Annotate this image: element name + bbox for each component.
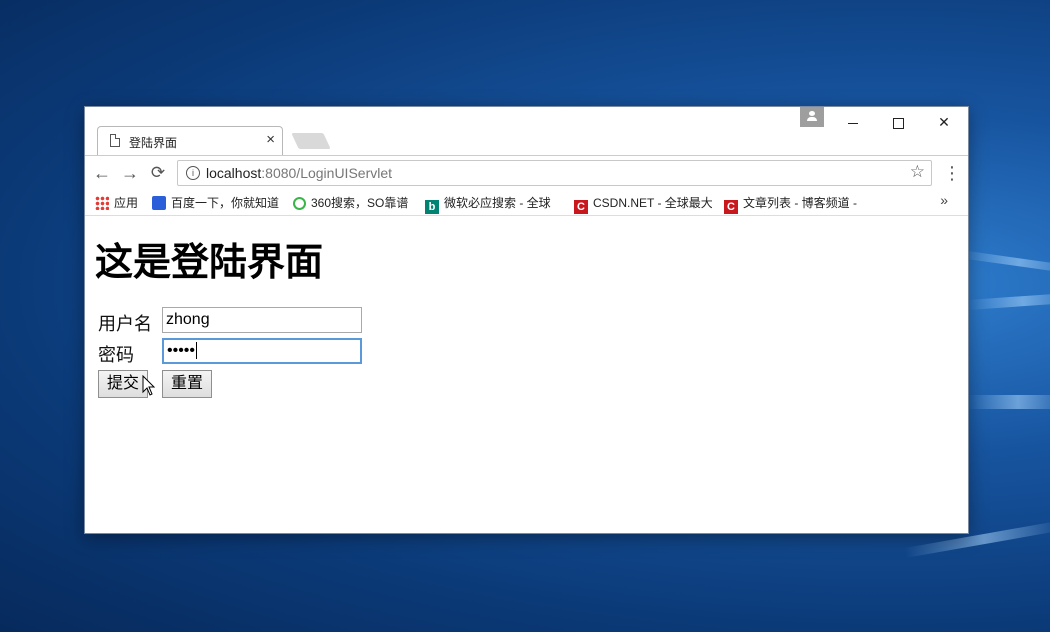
bookmark-label: 应用: [114, 196, 139, 210]
page-heading: 这是登陆界面: [95, 242, 324, 284]
page-content: 这是登陆界面 用户名 zhong 密码 ••••• 提交 重置: [85, 216, 968, 533]
desktop-light-beam: [967, 292, 1050, 310]
back-button[interactable]: ←: [91, 162, 113, 184]
bookmarks-bar: 应用 百度一下，你就知道 360搜索，SO靠谱 b 微软必应搜索 - 全球 C CS…: [85, 189, 968, 216]
url-host: localhost: [206, 165, 262, 181]
bookmark-label: 360搜索，SO靠谱: [311, 196, 409, 210]
tab-title: 登陆界面: [129, 136, 178, 150]
bookmark-apps[interactable]: 应用: [95, 194, 138, 211]
bookmark-label: 百度一下，你就知道: [171, 196, 280, 210]
baidu-paw-icon: [152, 196, 166, 210]
bookmark-360[interactable]: 360搜索，SO靠谱: [293, 194, 408, 211]
bookmark-label: 文章列表 - 博客频道 -: [743, 196, 857, 210]
bookmark-label: 微软必应搜索 - 全球: [444, 196, 551, 210]
password-value: •••••: [167, 342, 196, 359]
text-caret: [196, 342, 198, 360]
username-value: zhong: [166, 311, 210, 328]
apps-grid-icon: [95, 196, 109, 210]
profile-avatar-icon[interactable]: [800, 107, 824, 127]
password-input[interactable]: •••••: [162, 338, 362, 364]
menu-dots: ⋮: [943, 163, 961, 183]
page-icon: [110, 134, 120, 147]
minimize-icon: [848, 122, 858, 124]
bookmark-csdn-articles[interactable]: C 文章列表 - 博客频道 -: [724, 194, 862, 214]
bookmark-bing[interactable]: b 微软必应搜索 - 全球: [425, 194, 561, 214]
bookmarks-overflow-icon[interactable]: »: [940, 192, 948, 208]
bookmark-baidu[interactable]: 百度一下，你就知道: [152, 194, 279, 211]
minimize-button[interactable]: [833, 110, 873, 134]
csdn-icon: C: [724, 200, 738, 214]
mouse-cursor-icon: [142, 375, 156, 396]
reset-button[interactable]: 重置: [162, 370, 213, 398]
info-icon[interactable]: i: [186, 166, 200, 180]
address-bar[interactable]: i localhost:8080/LoginUIServlet ☆: [177, 160, 932, 186]
username-input[interactable]: zhong: [162, 307, 362, 333]
title-bar: 登陆界面 × ✕: [85, 107, 968, 156]
csdn-icon: C: [574, 200, 588, 214]
menu-icon[interactable]: ⋮: [943, 163, 961, 183]
bookmark-star-icon[interactable]: ☆: [910, 162, 925, 182]
close-tab-icon[interactable]: ×: [266, 131, 275, 148]
url-text[interactable]: localhost:8080/LoginUIServlet: [206, 165, 392, 181]
bing-icon: b: [425, 200, 439, 214]
forward-button[interactable]: →: [119, 162, 141, 184]
bookmark-label: CSDN.NET - 全球最大: [593, 196, 712, 210]
url-path: :8080/LoginUIServlet: [261, 165, 393, 181]
submit-button[interactable]: 提交: [98, 370, 149, 398]
bookmark-csdn[interactable]: C CSDN.NET - 全球最大: [574, 194, 712, 214]
browser-toolbar: ← → ⟳ i localhost:8080/LoginUIServlet ☆ …: [85, 155, 968, 190]
password-label: 密码: [98, 345, 134, 365]
username-label: 用户名: [98, 314, 152, 334]
desktop-light-beam: [968, 395, 1050, 409]
so360-icon: [293, 197, 306, 210]
desktop-light-beam: [959, 250, 1050, 275]
browser-window: 登陆界面 × ✕ ← → ⟳ i localhost:8080/LoginUIS…: [85, 107, 968, 533]
close-window-button[interactable]: ✕: [924, 110, 964, 134]
new-tab-button[interactable]: [291, 133, 331, 149]
maximize-button[interactable]: [878, 110, 918, 134]
browser-tab[interactable]: 登陆界面 ×: [97, 126, 283, 156]
reload-button[interactable]: ⟳: [147, 162, 169, 184]
maximize-icon: [892, 117, 904, 129]
